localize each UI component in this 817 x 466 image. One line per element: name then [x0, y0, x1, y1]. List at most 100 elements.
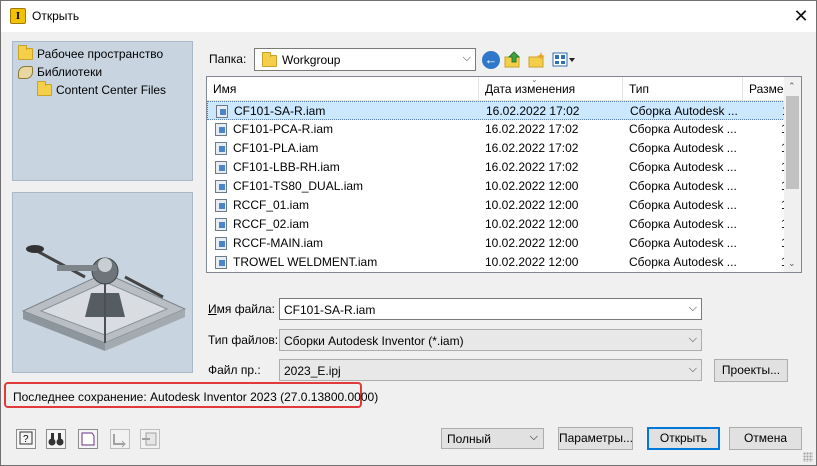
assembly-file-icon — [215, 256, 227, 269]
open-options-icon[interactable] — [78, 429, 98, 449]
import-glyph — [142, 432, 157, 446]
assembly-file-icon — [216, 105, 228, 118]
folder-icon — [18, 45, 33, 60]
file-name: CF101-LBB-RH.iam — [233, 160, 340, 174]
open-button[interactable]: Открыть — [647, 427, 720, 450]
locations-panel: Рабочее пространство Библиотеки Content … — [12, 41, 193, 181]
folder-icon — [37, 81, 52, 96]
scroll-up-icon[interactable]: ⌃ — [788, 81, 796, 92]
column-header-date[interactable]: Дата изменения — [479, 77, 623, 101]
place-workspace[interactable]: Рабочее пространство — [18, 45, 163, 63]
cancel-button[interactable]: Отмена — [729, 427, 802, 450]
sort-indicator-icon: ⌄ — [531, 76, 538, 84]
assembly-file-icon — [215, 123, 227, 136]
file-name: TROWEL WELDMENT.iam — [233, 255, 378, 269]
folder-select[interactable]: Workgroup ⌵ — [254, 48, 476, 71]
open-mode-value: Полный — [447, 432, 491, 446]
file-name: RCCF_02.iam — [233, 217, 310, 231]
arrow-glyph — [113, 434, 126, 448]
inventor-app-icon: I — [10, 8, 26, 24]
place-label: Библиотеки — [37, 65, 103, 79]
chevron-down-icon: ⌵ — [688, 333, 697, 345]
find-icon[interactable] — [46, 429, 66, 449]
file-date: 16.02.2022 17:02 — [485, 160, 579, 174]
file-row[interactable]: RCCF-MAIN.iam 10.02.2022 12:00 Сборка Auto… — [207, 234, 788, 253]
folder-value: Workgroup — [282, 53, 341, 67]
file-date: 10.02.2022 12:00 — [485, 198, 579, 212]
file-list-header: Имя Дата изменения Тип Размер ⌄ — [207, 76, 790, 101]
project-select[interactable]: 2023_E.ipj ⌵ — [279, 359, 702, 381]
binoculars-glyph — [48, 433, 64, 446]
assembly-file-icon — [215, 142, 227, 155]
file-type: Сборка Autodesk ... — [630, 104, 738, 118]
column-header-type[interactable]: Тип — [623, 77, 743, 101]
place-libraries[interactable]: Библиотеки — [18, 63, 102, 81]
close-button[interactable]: ✕ — [786, 1, 816, 32]
assembly-file-icon — [215, 218, 227, 231]
file-type: Сборка Autodesk ... — [629, 255, 737, 269]
back-icon[interactable]: ← — [482, 51, 500, 69]
filetype-select[interactable]: Сборки Autodesk Inventor (*.iam) ⌵ — [279, 329, 702, 351]
file-date: 10.02.2022 12:00 — [485, 217, 579, 231]
place-label: Рабочее пространство — [37, 47, 164, 61]
file-type: Сборка Autodesk ... — [629, 122, 737, 136]
file-row[interactable]: CF101-SA-R.iam 16.02.2022 17:02 Сборка Aut… — [207, 101, 789, 120]
file-row[interactable]: CF101-PCA-R.iam 16.02.2022 17:02 Сборка Au… — [207, 120, 788, 139]
file-type: Сборка Autodesk ... — [629, 217, 737, 231]
file-row[interactable]: CF101-LBB-RH.iam 16.02.2022 17:02 Сборка A… — [207, 158, 788, 177]
column-header-name[interactable]: Имя — [207, 77, 479, 101]
document-glyph — [81, 432, 95, 446]
open-dialog: I Открыть ✕ Рабочее пространство Библиот… — [0, 0, 817, 466]
assembly-file-icon — [215, 161, 227, 174]
file-row[interactable]: TROWEL WELDMENT.iam 10.02.2022 12:00 Сборк… — [207, 253, 788, 272]
open-mode-select[interactable]: Полный ⌵ — [441, 428, 544, 449]
project-label: Файл пр.: — [208, 363, 261, 377]
projects-button[interactable]: Проекты... — [714, 359, 788, 382]
chevron-down-icon: ⌵ — [529, 431, 538, 443]
file-type: Сборка Autodesk ... — [629, 141, 737, 155]
assembly-preview-image — [21, 245, 187, 351]
file-name: CF101-TS80_DUAL.iam — [233, 179, 364, 193]
help-glyph: ? — [19, 431, 33, 445]
filetype-label: Тип файлов: — [208, 333, 279, 347]
chevron-down-icon: ⌵ — [688, 302, 697, 314]
file-type: Сборка Autodesk ... — [629, 198, 737, 212]
file-date: 10.02.2022 12:00 — [485, 255, 579, 269]
chevron-down-icon: ⌵ — [462, 52, 471, 64]
file-row[interactable]: CF101-PLA.iam 16.02.2022 17:02 Сборка Auto… — [207, 139, 788, 158]
preview-pane — [12, 192, 193, 373]
resize-grip[interactable] — [803, 452, 813, 462]
title-bar: I Открыть ✕ — [1, 1, 816, 32]
folder-icon — [262, 52, 277, 67]
file-row[interactable]: RCCF_02.iam 10.02.2022 12:00 Сборка Autode… — [207, 215, 788, 234]
scroll-thumb[interactable] — [786, 96, 799, 189]
new-folder-icon[interactable] — [528, 51, 546, 69]
vertical-scrollbar[interactable]: ⌃ ⌄ — [784, 77, 801, 272]
redirect-icon[interactable] — [110, 429, 130, 449]
filename-value: CF101-SA-R.iam — [284, 303, 376, 317]
chevron-down-icon: ⌵ — [688, 363, 697, 375]
file-type: Сборка Autodesk ... — [629, 160, 737, 174]
file-name: RCCF-MAIN.iam — [233, 236, 323, 250]
svg-text:?: ? — [23, 434, 29, 445]
file-type: Сборка Autodesk ... — [629, 179, 737, 193]
place-label: Content Center Files — [56, 83, 167, 97]
filename-input[interactable]: CF101-SA-R.iam ⌵ — [279, 298, 702, 320]
libraries-icon — [18, 65, 33, 79]
scroll-down-icon[interactable]: ⌄ — [788, 258, 796, 269]
help-icon[interactable]: ? — [16, 429, 36, 449]
up-folder-icon[interactable] — [504, 51, 522, 69]
place-content-center[interactable]: Content Center Files — [37, 81, 166, 99]
import-icon[interactable] — [140, 429, 160, 449]
file-name: RCCF_01.iam — [233, 198, 310, 212]
file-row[interactable]: RCCF_01.iam 10.02.2022 12:00 Сборка Autode… — [207, 196, 788, 215]
parameters-button[interactable]: Параметры... — [558, 427, 633, 450]
view-menu-icon[interactable] — [552, 51, 576, 69]
file-date: 10.02.2022 12:00 — [485, 236, 579, 250]
file-list[interactable]: Имя Дата изменения Тип Размер ⌄ CF101-SA… — [206, 76, 802, 273]
last-saved-status: Последнее сохранение: Autodesk Inventor … — [13, 390, 379, 404]
file-row[interactable]: CF101-TS80_DUAL.iam 10.02.2022 12:00 Сборк… — [207, 177, 788, 196]
file-name: CF101-PCA-R.iam — [233, 122, 334, 136]
assembly-file-icon — [215, 199, 227, 212]
project-value: 2023_E.ipj — [284, 364, 341, 378]
